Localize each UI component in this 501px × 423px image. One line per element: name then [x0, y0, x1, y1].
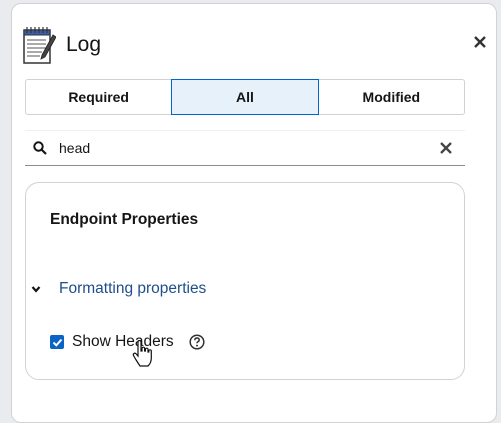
toggle-modified-button[interactable]: Modified [317, 79, 465, 115]
panel-title: Log [66, 33, 102, 56]
close-icon[interactable] [472, 34, 488, 50]
help-icon[interactable] [189, 334, 205, 350]
checkmark-icon [52, 338, 62, 347]
search-icon [33, 141, 47, 155]
toggle-all-button[interactable]: All [171, 79, 319, 115]
formatting-properties-toggle[interactable]: Formatting properties [31, 280, 206, 298]
search-input[interactable] [57, 139, 439, 157]
search-bar [25, 130, 465, 166]
clear-icon[interactable] [439, 141, 453, 155]
notepad-icon [23, 27, 56, 64]
panel-header: Log [22, 24, 101, 66]
chevron-down-icon [31, 286, 41, 293]
endpoint-properties-card: Endpoint Properties Formatting propertie… [25, 182, 465, 380]
show-headers-label[interactable]: Show Headers [72, 333, 174, 351]
card-title: Endpoint Properties [50, 211, 199, 228]
filter-toggle-group: Required All Modified [25, 79, 465, 115]
show-headers-checkbox[interactable] [50, 335, 64, 349]
formatting-properties-label: Formatting properties [59, 280, 207, 297]
toggle-required-button[interactable]: Required [25, 79, 173, 115]
show-headers-row: Show Headers [50, 333, 205, 351]
